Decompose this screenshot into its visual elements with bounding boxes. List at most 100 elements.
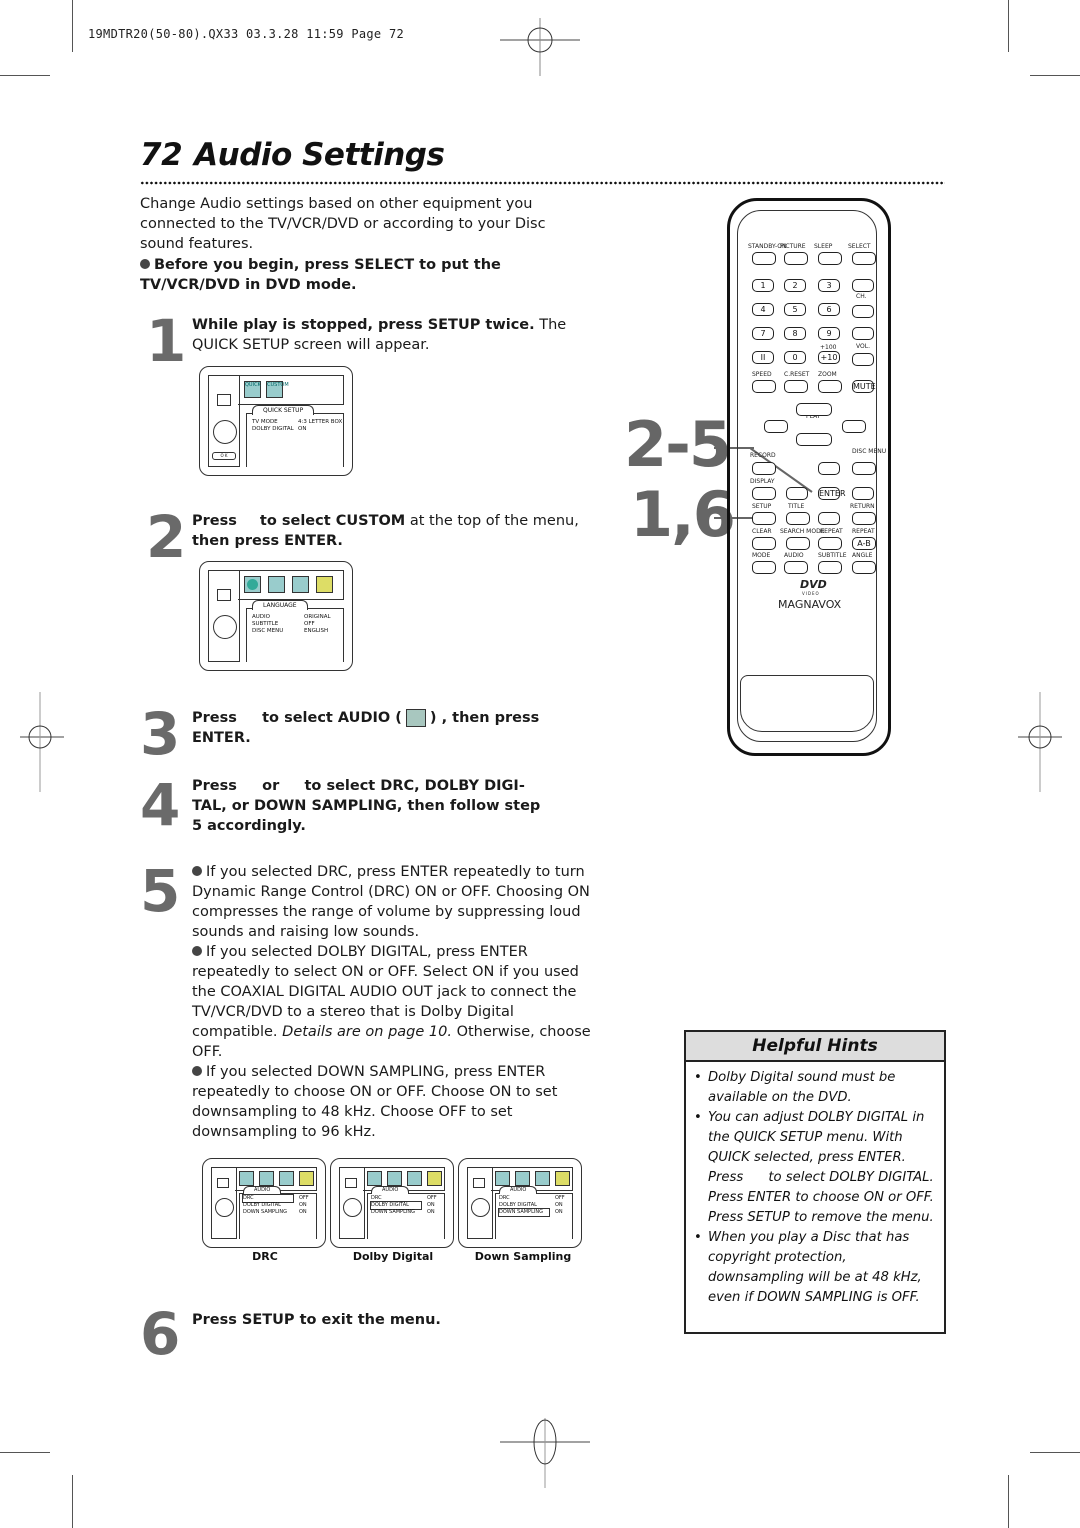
record-label: RECORD [750,452,776,459]
audio-icon [405,709,426,727]
menu-row-value: OFF [304,621,315,627]
digit-plus10-button[interactable]: +10 [818,351,840,364]
menu-row-value: ON [427,1209,435,1215]
step-3-text: Press to select AUDIO () , then press ENT… [192,709,540,746]
c-reset-button[interactable] [784,380,808,393]
c-reset-label: C.RESET [784,371,810,378]
menu-row-value: ON [299,1209,307,1215]
language-screen: LANGUAGE AUDIO ORIGINAL SUBTITLE OFF DIS… [199,561,353,671]
digit-0-button[interactable]: 0 [784,351,806,364]
title-button[interactable] [786,512,810,525]
step-5-bullet: If you selected DOLBY DIGITAL, press ENT… [192,944,591,1060]
helpful-hints-title: Helpful Hints [686,1032,944,1062]
screen-sidebar [211,1167,237,1239]
clear-button[interactable] [752,537,776,550]
registration-mark-top [500,18,580,76]
digit-2-button[interactable]: 2 [784,279,806,292]
digit-4-button[interactable]: 4 [752,303,774,316]
select-button[interactable] [852,252,876,265]
screen-tab: AUDIO [243,1186,282,1194]
mode-button[interactable] [752,561,776,574]
menu-row: DOLBY DIGITAL [252,426,294,432]
screen-sidebar [467,1167,493,1239]
registration-mark-left [20,692,64,792]
screen-tab: LANGUAGE [252,600,308,610]
setup-button[interactable] [752,512,776,525]
repeat-button[interactable] [818,537,842,550]
audio-button[interactable] [784,561,808,574]
volume-label: VOL. [856,343,870,350]
subtitle-label: SUBTITLE [818,552,847,559]
digit-7-button[interactable]: 7 [752,327,774,340]
rewind-button[interactable] [764,420,788,433]
intro-paragraph: Change Audio settings based on other equ… [140,196,546,252]
menu-row-value: ON [555,1202,563,1208]
hint-item: When you play a Disc that has copyright … [694,1228,936,1308]
sleep-label: SLEEP [814,243,833,250]
language-globe-icon [244,576,261,593]
cursor-left-button[interactable] [786,487,808,500]
volume-down-button[interactable] [852,353,874,366]
before-you-begin: Before you begin, press SELECT to put th… [140,257,501,293]
fast-forward-button[interactable] [842,420,866,433]
digit-5-button[interactable]: 5 [784,303,806,316]
cursor-right-button[interactable] [852,487,874,500]
subtitle-button[interactable] [818,561,842,574]
stop-button[interactable] [796,433,832,446]
sleep-button[interactable] [818,252,842,265]
menu-row: AUDIO [252,614,270,620]
brand-logo: MAGNAVOX [778,598,842,611]
audio-icon [279,1171,294,1186]
standby-on-button[interactable] [752,252,776,265]
display-icon [259,1171,274,1186]
return-label: RETURN [850,503,875,510]
screen-tab: AUDIO [371,1186,410,1194]
menu-row: DOLBY DIGITAL [370,1201,422,1210]
lock-icon [316,576,333,593]
dvd-video-label: VIDEO [802,591,820,596]
cursor-down-button[interactable] [818,512,840,525]
digit-8-button[interactable]: 8 [784,327,806,340]
nav-pad-icon [213,420,237,444]
search-mode-button[interactable] [786,537,810,550]
ok-button-icon: O K [212,452,236,460]
bullet-icon [192,866,202,876]
audio-screen: AUDIO DRC OFF DOLBY DIGITAL ON DOWN SAMPLING O… [202,1158,326,1248]
tv-icon [473,1178,485,1188]
digit-3-button[interactable]: 3 [818,279,840,292]
record-button[interactable] [752,462,776,475]
speed-button[interactable] [752,380,776,393]
crop-mark [0,75,50,76]
caption-drc: DRC [252,1250,278,1263]
digit-1-button[interactable]: 1 [752,279,774,292]
menu-row-value: ORIGINAL [304,614,331,620]
picture-button[interactable] [784,252,808,265]
menu-row-value: OFF [555,1195,565,1201]
page-title-text: Audio Settings [194,137,445,173]
channel-up-button[interactable] [852,279,874,292]
angle-button[interactable] [852,561,876,574]
zoom-button[interactable] [818,380,842,393]
disc-menu-button[interactable] [852,462,876,475]
menu-row: DOLBY DIGITAL [499,1202,537,1208]
channel-down-button[interactable] [852,305,874,318]
digit-6-button[interactable]: 6 [818,303,840,316]
digit-pause-button[interactable]: II [752,351,774,364]
return-button[interactable] [852,512,876,525]
volume-up-button[interactable] [852,327,874,340]
audio-screen: AUDIO DRC OFF DOLBY DIGITAL ON DOWN SAMPLING O… [330,1158,454,1248]
mode-label: MODE [752,552,771,559]
play-button[interactable] [796,403,832,416]
step-1-text: While play is stopped, press SETUP twice… [192,317,567,353]
hint-item: Dolby Digital sound must be available on… [694,1068,936,1108]
enter-button[interactable]: ENTER [818,487,846,500]
bullet-icon [192,1066,202,1076]
crop-mark [1008,0,1009,52]
cursor-up-button[interactable] [818,462,840,475]
mute-button[interactable]: MUTE [852,380,876,393]
display-icon [387,1171,402,1186]
digit-9-button[interactable]: 9 [818,327,840,340]
crop-mark [1008,1475,1009,1528]
repeat-ab-button[interactable]: A-B [852,537,876,550]
display-button[interactable] [752,487,776,500]
